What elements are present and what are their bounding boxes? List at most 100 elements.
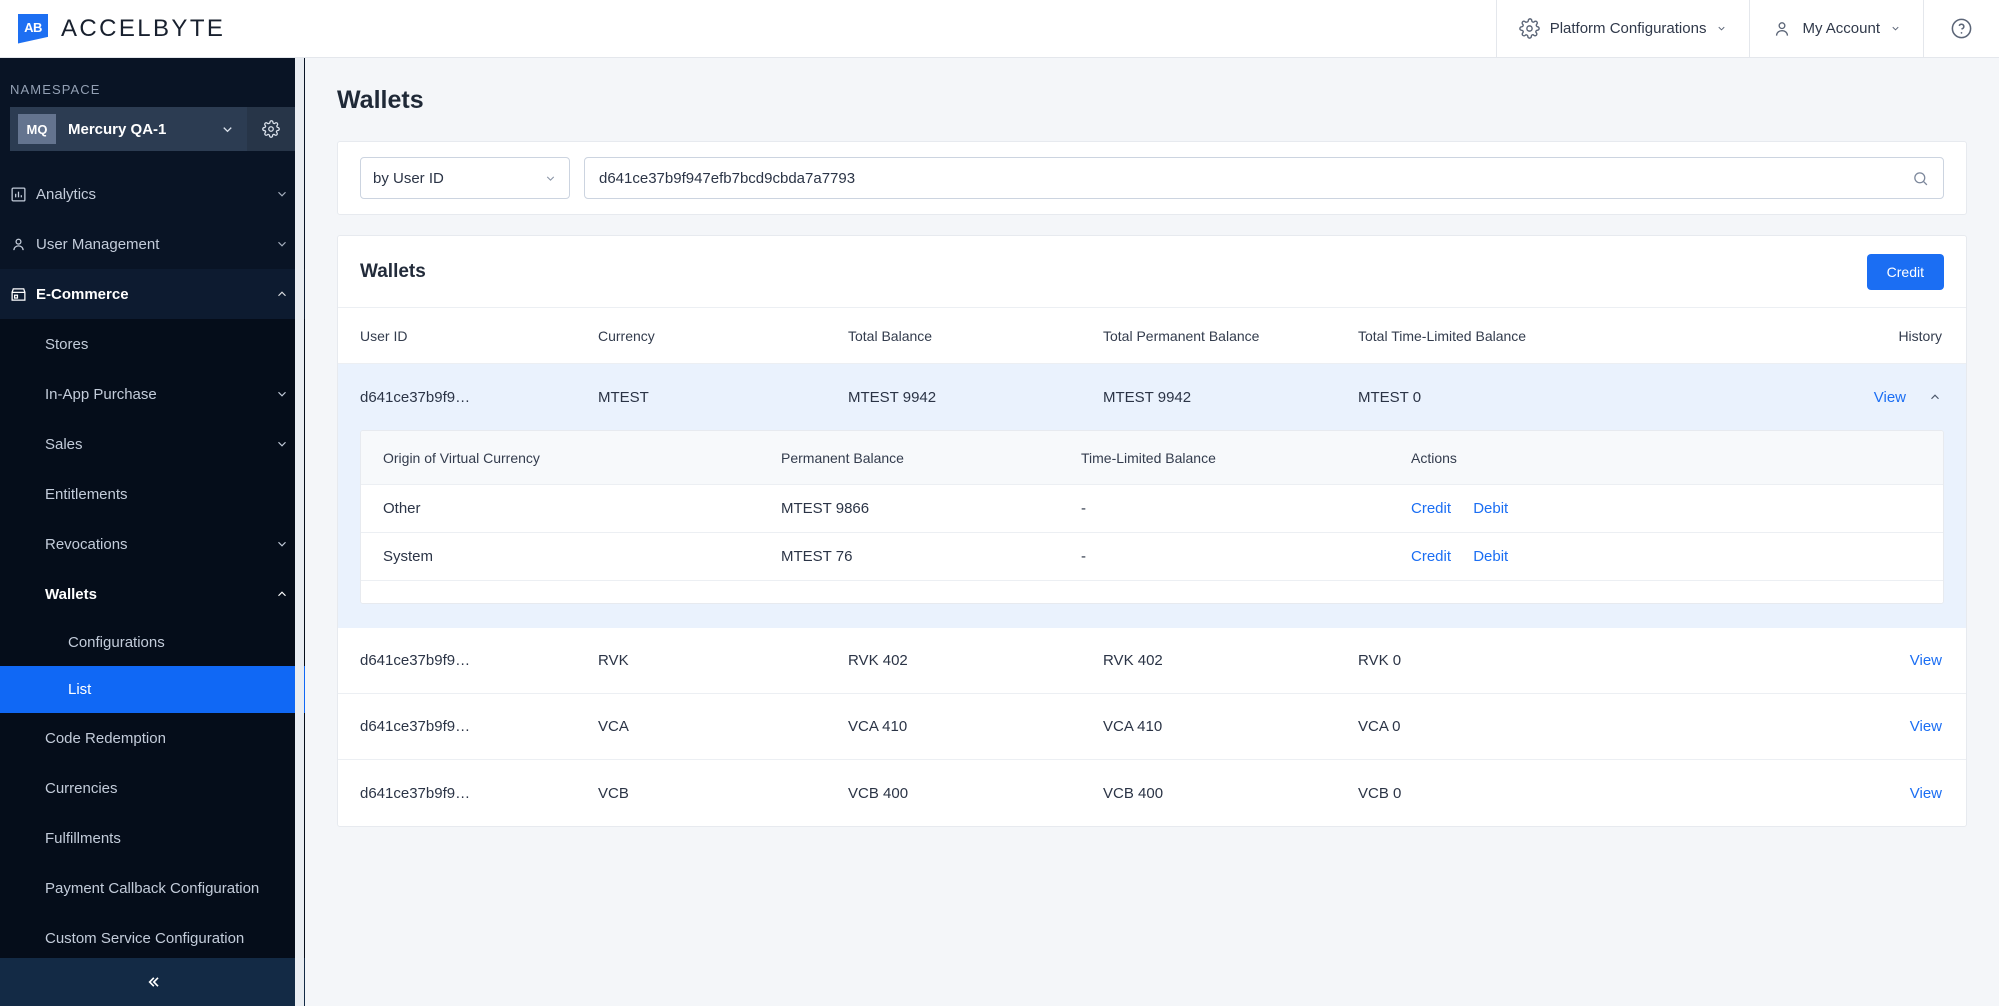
sub-table-column-headers: Origin of Virtual Currency Permanent Bal… [361,431,1943,485]
cell-actions: Credit Debit [1411,548,1943,565]
sidebar-item-label: In-App Purchase [45,385,157,403]
brand-logo[interactable]: AB ACCELBYTE [0,13,225,44]
cell-user-id: d641ce37b9f9… [360,652,471,669]
sidebar-item-label: Stores [45,335,89,353]
sidebar-item-stores[interactable]: Stores [0,319,305,369]
sidebar-item-e-commerce[interactable]: E-Commerce [0,269,305,319]
table-row[interactable]: d641ce37b9f9… VCA VCA 410 VCA 410 VCA 0 … [338,694,1966,760]
help-button[interactable] [1923,0,1999,58]
sidebar-item-user-management[interactable]: User Management [0,219,305,269]
search-icon[interactable] [1912,170,1929,187]
credit-link[interactable]: Credit [1411,548,1451,565]
chevron-down-icon [1718,26,1726,31]
chevron-up-icon [278,591,286,597]
sidebar-item-revocations[interactable]: Revocations [0,519,305,569]
chevron-down-icon [278,191,286,197]
wallets-table-card: Wallets Credit User ID Currency Total Ba… [337,235,1967,827]
cell-total-balance: RVK 402 [848,652,908,669]
chevron-down-icon [278,241,286,247]
chevron-down-icon [278,441,286,447]
sidebar-item-custom-service-configuration[interactable]: Custom Service Configuration [0,913,305,963]
column-header-actions: Actions [1411,449,1457,466]
column-header-total-time-limited-balance: Total Time-Limited Balance [1358,327,1527,344]
sidebar-item-wallets[interactable]: Wallets [0,569,305,619]
sidebar-item-label: Payment Callback Configuration [45,879,260,897]
view-link[interactable]: View [1874,389,1906,406]
sidebar-item-fulfillments[interactable]: Fulfillments [0,813,305,863]
column-header-history: History [1898,327,1942,344]
chevron-down-icon [1892,26,1899,31]
view-link[interactable]: View [1910,652,1942,669]
cell-total-balance: VCB 400 [848,784,909,802]
column-header-time-limited-balance: Time-Limited Balance [1081,449,1216,466]
cell-history: View [1678,785,1966,802]
cell-currency: VCA [598,718,629,735]
sidebar-item-list[interactable]: List [0,666,305,713]
wallets-table-header: Wallets Credit [338,236,1966,308]
cell-total-permanent-balance: VCB 400 [1103,784,1164,802]
sidebar-item-label: Wallets [45,585,97,603]
sidebar-item-analytics[interactable]: Analytics [0,169,305,219]
cell-total-time-limited-balance: RVK 0 [1358,652,1402,669]
logo-monogram: AB [24,20,42,35]
cell-permanent-balance: MTEST 76 [781,548,853,565]
cell-total-permanent-balance: RVK 402 [1103,652,1163,669]
cell-actions: Credit Debit [1411,500,1943,517]
sidebar-item-entitlements[interactable]: Entitlements [0,469,305,519]
platform-configurations-menu[interactable]: Platform Configurations [1495,0,1750,58]
search-input-wrapper[interactable]: d641ce37b9f947efb7bcd9cbda7a7793 [584,157,1944,199]
view-link[interactable]: View [1910,718,1942,735]
table-row[interactable]: d641ce37b9f9… RVK RVK 402 RVK 402 RVK 0 … [338,628,1966,694]
chevron-up-icon[interactable] [1928,390,1942,404]
sidebar-item-label: Revocations [45,535,128,553]
my-account-menu[interactable]: My Account [1749,0,1923,58]
sidebar-item-label: Sales [45,435,83,453]
sidebar-item-in-app-purchase[interactable]: In-App Purchase [0,369,305,419]
header-actions: Platform Configurations My Account [1495,0,1999,58]
column-header-origin: Origin of Virtual Currency [383,449,540,466]
sidebar-item-label: E-Commerce [36,285,129,303]
cell-total-balance: MTEST 9942 [848,388,937,406]
cell-currency: VCB [598,784,629,802]
main-content: Wallets by User ID d641ce37b9f947efb7bcd… [305,58,1999,1006]
sidebar-item-payment-callback-configuration[interactable]: Payment Callback Configuration [0,863,305,913]
help-circle-icon [1951,18,1972,39]
table-row[interactable]: d641ce37b9f9… MTEST MTEST 9942 MTEST 994… [338,364,1966,430]
cell-total-permanent-balance: VCA 410 [1103,718,1163,735]
sidebar-collapse-button[interactable] [0,958,305,1006]
table-column-headers: User ID Currency Total Balance Total Per… [338,308,1966,364]
sidebar-item-configurations[interactable]: Configurations [0,619,305,666]
sidebar-scrollbar-track[interactable] [295,58,599,1006]
my-account-label: My Account [1802,20,1880,37]
sidebar-item-label: Entitlements [45,485,128,503]
sidebar-item-label: User Management [36,235,160,253]
view-link[interactable]: View [1910,785,1942,802]
filter-bar: by User ID d641ce37b9f947efb7bcd9cbda7a7… [337,141,1967,215]
search-type-value: by User ID [373,169,444,187]
sidebar-nav: Analytics User Management E-Commerce Sto… [0,169,305,963]
platform-configurations-label: Platform Configurations [1549,20,1707,37]
cell-history: View [1678,652,1966,669]
cell-currency: RVK [598,652,629,669]
debit-link[interactable]: Debit [1473,548,1508,565]
credit-button[interactable]: Credit [1866,253,1944,290]
credit-link[interactable]: Credit [1411,500,1451,517]
sidebar: NAMESPACE MQ Mercury QA-1 Analytics User… [0,58,305,1006]
search-input[interactable]: d641ce37b9f947efb7bcd9cbda7a7793 [599,170,1912,187]
gear-icon [262,120,280,138]
sub-table-row: Other MTEST 9866 - Credit Debit [361,485,1943,533]
cell-total-time-limited-balance: MTEST 0 [1358,388,1422,406]
sidebar-item-sales[interactable]: Sales [0,419,305,469]
sidebar-item-label: List [68,681,92,698]
sidebar-item-code-redemption[interactable]: Code Redemption [0,713,305,763]
cell-total-balance: VCA 410 [848,718,908,735]
user-icon [1776,21,1789,36]
namespace-settings-button[interactable] [247,107,295,151]
e-commerce-subnav: Stores In-App Purchase Sales Entitlement… [0,319,305,963]
search-type-select[interactable]: by User ID [360,157,570,199]
sidebar-item-currencies[interactable]: Currencies [0,763,305,813]
namespace-dropdown[interactable]: MQ Mercury QA-1 [10,107,247,151]
debit-link[interactable]: Debit [1473,500,1508,517]
table-row[interactable]: d641ce37b9f9… VCB VCB 400 VCB 400 VCB 0 … [338,760,1966,826]
cell-history: View [1678,389,1966,406]
